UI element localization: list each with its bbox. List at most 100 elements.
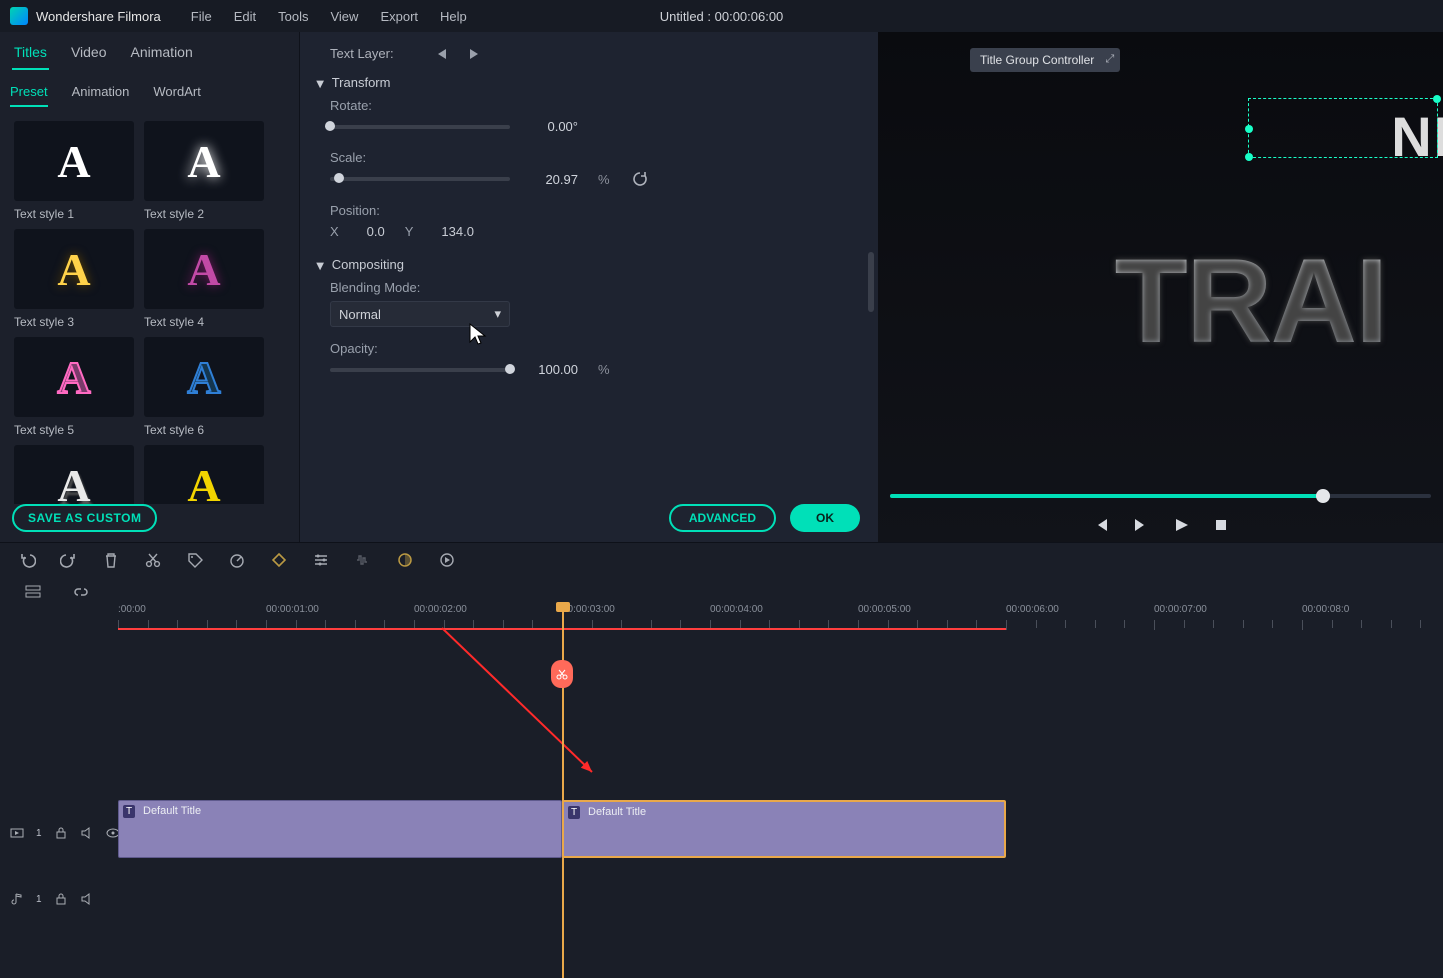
tab-animation[interactable]: Animation bbox=[129, 40, 195, 70]
preset-subtabs: Preset Animation WordArt bbox=[0, 70, 299, 113]
split-marker-icon[interactable] bbox=[551, 660, 573, 688]
preset-item[interactable]: AText style 1 bbox=[14, 121, 134, 229]
save-as-custom-button[interactable]: SAVE AS CUSTOM bbox=[12, 504, 157, 532]
subtab-preset[interactable]: Preset bbox=[10, 80, 48, 107]
video-track-head: 1 bbox=[0, 802, 118, 864]
blend-mode-select[interactable]: Normal ▾ bbox=[330, 301, 510, 327]
track-manager-icon[interactable] bbox=[24, 583, 42, 601]
preset-item[interactable]: A bbox=[14, 445, 134, 504]
tag-icon[interactable] bbox=[186, 551, 204, 569]
redo-icon[interactable] bbox=[60, 551, 78, 569]
audio-icon[interactable] bbox=[354, 551, 372, 569]
clip-name: Default Title bbox=[588, 806, 646, 818]
opacity-unit: % bbox=[598, 362, 610, 377]
blend-mode-value: Normal bbox=[339, 307, 381, 322]
preset-label: Text style 5 bbox=[14, 423, 134, 437]
pos-x-value[interactable]: 0.0 bbox=[367, 224, 385, 239]
preset-grid: AText style 1 AText style 2 AText style … bbox=[0, 113, 299, 504]
next-layer-icon[interactable] bbox=[466, 48, 482, 60]
annotation-arrow bbox=[118, 604, 718, 804]
preset-item[interactable]: AText style 5 bbox=[14, 337, 134, 445]
scale-value[interactable]: 20.97 bbox=[524, 172, 578, 187]
preview-canvas[interactable]: NE TRAI bbox=[878, 32, 1443, 542]
preset-item[interactable]: A bbox=[144, 445, 264, 504]
ok-button[interactable]: OK bbox=[790, 504, 860, 532]
transform-section[interactable]: ▶Transform bbox=[316, 75, 852, 90]
prev-layer-icon[interactable] bbox=[434, 48, 450, 60]
preset-item[interactable]: AText style 3 bbox=[14, 229, 134, 337]
preset-item[interactable]: AText style 6 bbox=[144, 337, 264, 445]
compositing-section[interactable]: ▶Compositing bbox=[316, 257, 852, 272]
stop-button[interactable] bbox=[1212, 516, 1230, 534]
play-button[interactable] bbox=[1172, 516, 1190, 534]
title-group-controller-chip[interactable]: Title Group Controller ⤢ bbox=[970, 48, 1120, 72]
pos-y-value[interactable]: 134.0 bbox=[441, 224, 474, 239]
menu-edit[interactable]: Edit bbox=[234, 9, 256, 24]
tab-video[interactable]: Video bbox=[69, 40, 109, 70]
preview-progress[interactable] bbox=[890, 494, 1431, 498]
blend-label: Blending Mode: bbox=[330, 280, 852, 295]
expand-icon[interactable]: ⤢ bbox=[1105, 53, 1114, 66]
ruler-tick: 00:00:08:0 bbox=[1302, 604, 1349, 615]
subtab-wordart[interactable]: WordArt bbox=[153, 80, 200, 107]
inspector-scrollbar[interactable] bbox=[868, 122, 874, 502]
inspector-panel: Text Layer: ▶Transform Rotate: 0.00° Sca… bbox=[300, 32, 878, 542]
menu-tools[interactable]: Tools bbox=[278, 9, 308, 24]
next-frame-button[interactable] bbox=[1132, 516, 1150, 534]
link-icon[interactable] bbox=[72, 583, 90, 601]
adjust-icon[interactable] bbox=[312, 551, 330, 569]
pos-x-label: X bbox=[330, 224, 339, 239]
scale-label: Scale: bbox=[330, 150, 852, 165]
preview-panel: NE TRAI bbox=[878, 32, 1443, 542]
playback-controls bbox=[878, 516, 1443, 534]
reset-scale-icon[interactable] bbox=[632, 171, 648, 187]
panel-tabs: Titles Video Animation bbox=[0, 32, 299, 70]
undo-icon[interactable] bbox=[18, 551, 36, 569]
menubar: Wondershare Filmora File Edit Tools View… bbox=[0, 0, 1443, 32]
title-badge-icon: T bbox=[123, 805, 135, 818]
rotate-slider[interactable] bbox=[330, 125, 510, 129]
preset-label: Text style 3 bbox=[14, 315, 134, 329]
scale-unit: % bbox=[598, 172, 610, 187]
timeline-toolbar bbox=[0, 542, 1443, 576]
preset-item[interactable]: AText style 4 bbox=[144, 229, 264, 337]
menu-file[interactable]: File bbox=[191, 9, 212, 24]
speed-icon[interactable] bbox=[228, 551, 246, 569]
rotate-value[interactable]: 0.00° bbox=[524, 119, 578, 134]
app-logo-icon bbox=[10, 7, 28, 25]
audio-track-icon[interactable] bbox=[10, 892, 24, 906]
selection-box[interactable] bbox=[1248, 98, 1438, 158]
video-track-index: 1 bbox=[36, 828, 42, 839]
advanced-button[interactable]: ADVANCED bbox=[669, 504, 776, 532]
opacity-value[interactable]: 100.00 bbox=[524, 362, 578, 377]
position-label: Position: bbox=[330, 203, 852, 218]
lock-icon[interactable] bbox=[54, 892, 68, 906]
timeline-clip-selected[interactable]: T Default Title bbox=[562, 800, 1006, 858]
prev-frame-button[interactable] bbox=[1092, 516, 1110, 534]
preset-label: Text style 4 bbox=[144, 315, 264, 329]
title-badge-icon: T bbox=[568, 806, 580, 819]
keyframe-icon[interactable] bbox=[270, 551, 288, 569]
menu-export[interactable]: Export bbox=[380, 9, 418, 24]
mute-icon[interactable] bbox=[80, 826, 94, 840]
mute-icon[interactable] bbox=[80, 892, 94, 906]
menu-view[interactable]: View bbox=[330, 9, 358, 24]
split-icon[interactable] bbox=[144, 551, 162, 569]
delete-icon[interactable] bbox=[102, 551, 120, 569]
scale-slider[interactable] bbox=[330, 177, 510, 181]
timeline-left-tools bbox=[0, 576, 1443, 604]
lock-icon[interactable] bbox=[54, 826, 68, 840]
video-track-icon[interactable] bbox=[10, 826, 24, 840]
timeline: :00:0000:00:01:0000:00:02:0000:00:03:000… bbox=[0, 604, 1443, 978]
subtab-animation[interactable]: Animation bbox=[72, 80, 130, 107]
tab-titles[interactable]: Titles bbox=[12, 40, 49, 70]
document-title: Untitled : 00:00:06:00 bbox=[660, 9, 784, 24]
opacity-slider[interactable] bbox=[330, 368, 510, 372]
menu-help[interactable]: Help bbox=[440, 9, 467, 24]
audio-track-head: 1 bbox=[0, 868, 118, 930]
color-icon[interactable] bbox=[396, 551, 414, 569]
render-icon[interactable] bbox=[438, 551, 456, 569]
preset-item[interactable]: AText style 2 bbox=[144, 121, 264, 229]
timeline-clip[interactable]: T Default Title bbox=[118, 800, 562, 858]
clip-name: Default Title bbox=[143, 805, 201, 817]
